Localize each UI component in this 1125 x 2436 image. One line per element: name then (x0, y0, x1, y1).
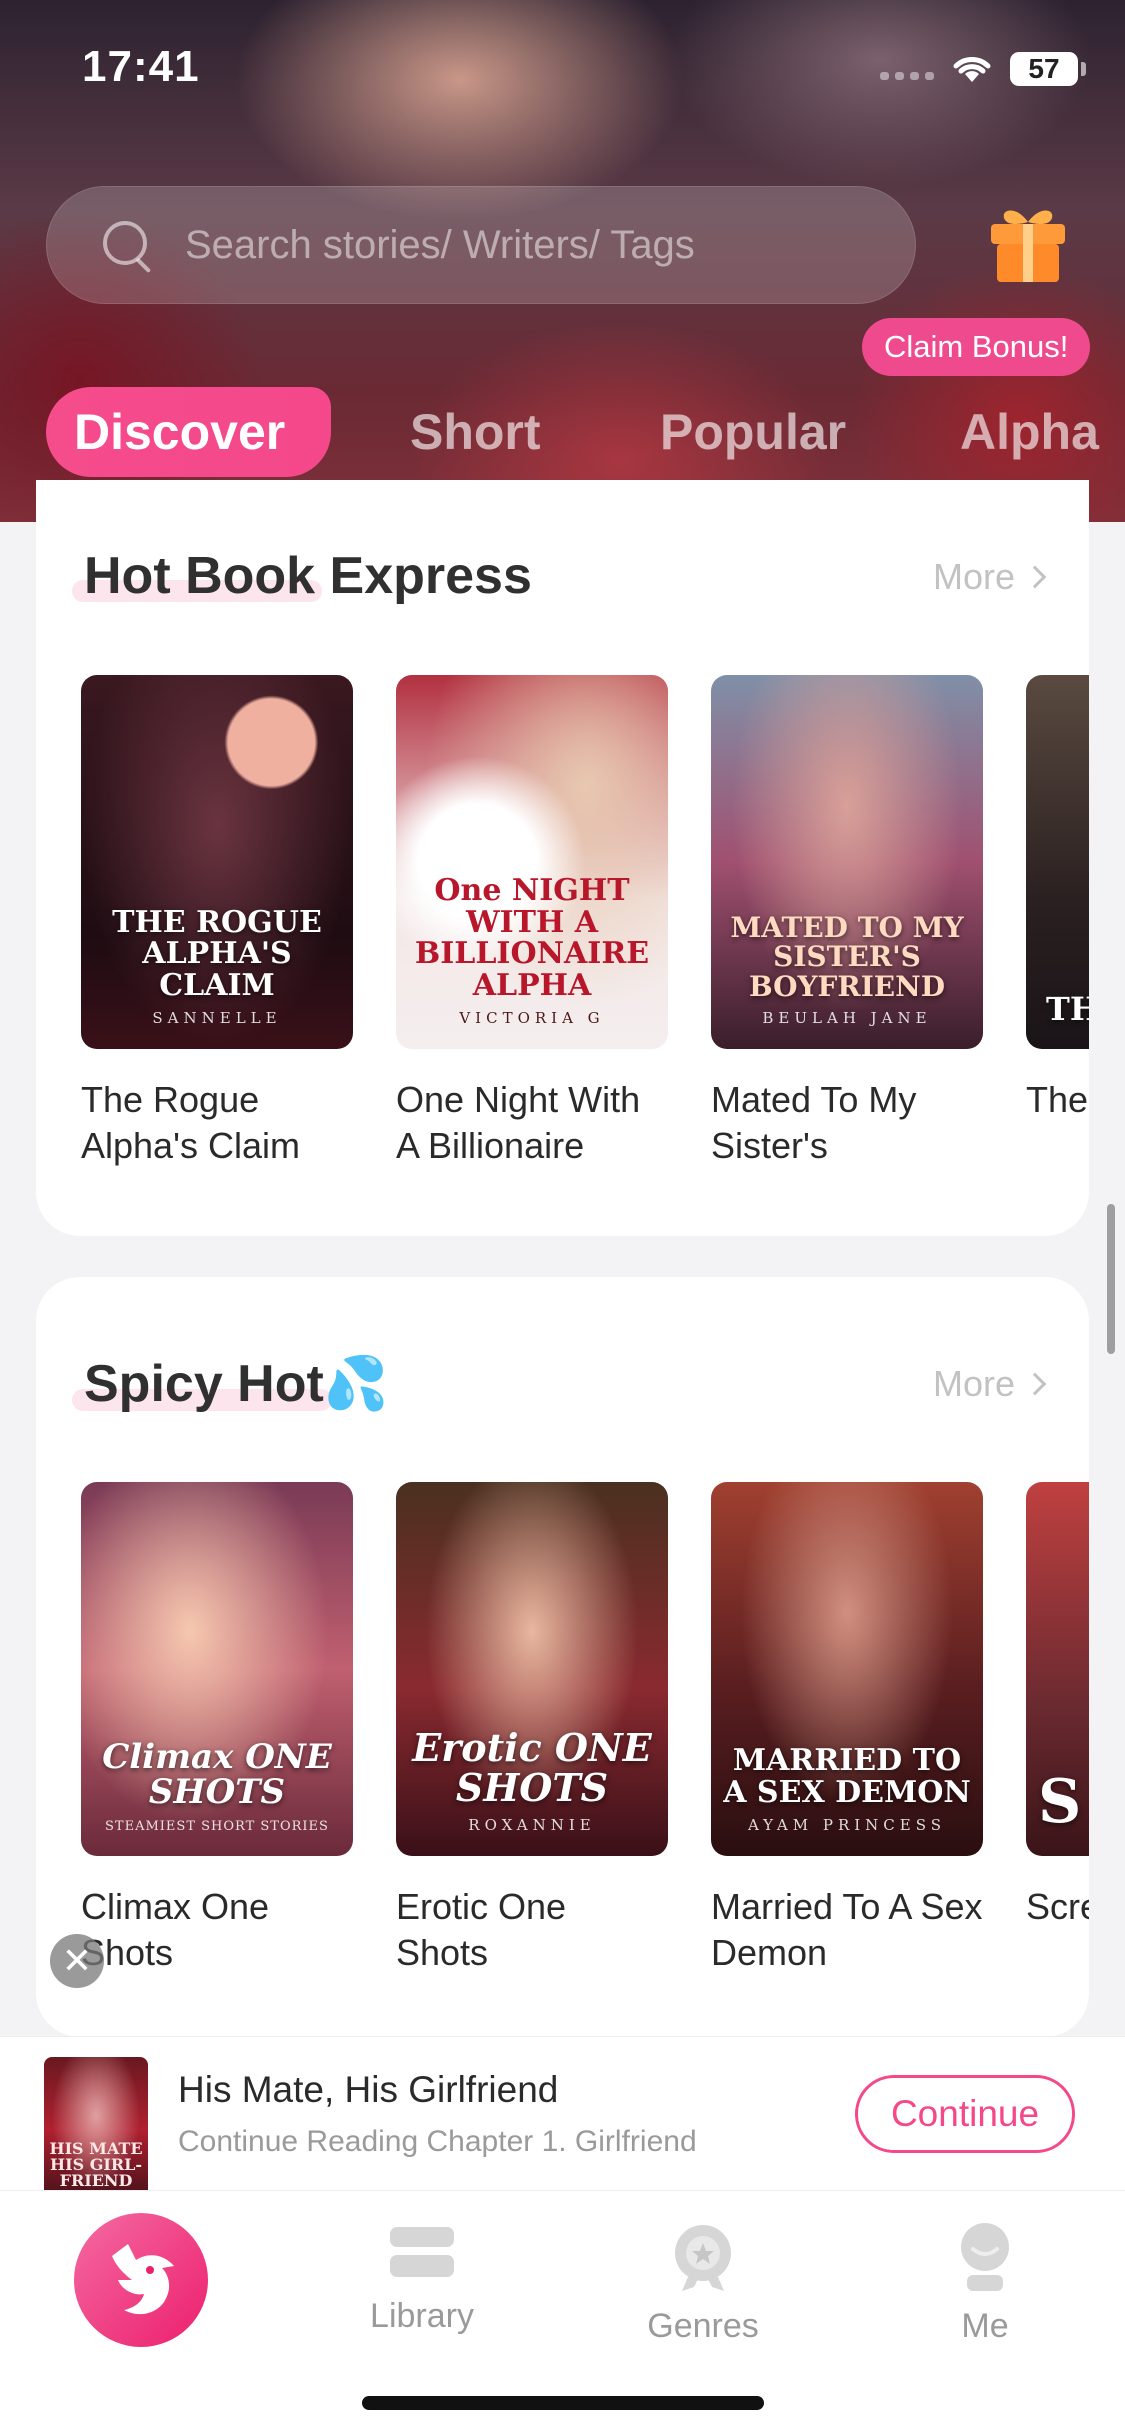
genres-badge-icon (675, 2225, 731, 2291)
cover-author: AYAM PRINCESS (747, 1816, 947, 1834)
spicy-hot-section: Spicy Hot💦 More Climax ONE SHOTS STEAMIE… (36, 1277, 1089, 2037)
book-card[interactable]: TH EX- The Ex-wife (1026, 675, 1089, 1123)
book-card[interactable]: MARRIED TO A SEX DEMON AYAM PRINCESS Mar… (711, 1482, 983, 1976)
cover-title: Erotic ONE SHOTS (412, 1725, 652, 1811)
library-icon (390, 2227, 454, 2277)
status-bar: 17:41 57 (0, 0, 1125, 130)
continue-button[interactable]: Continue (855, 2075, 1075, 2153)
continue-reading-bar[interactable]: HIS MATE HIS GIRL-FRIEND His Mate, His G… (0, 2036, 1125, 2190)
tab-library-label: Library (370, 2297, 474, 2335)
gift-icon[interactable] (985, 200, 1071, 286)
profile-icon (961, 2223, 1009, 2291)
book-title: Erotic One Shots (396, 1886, 567, 1973)
book-cover: TH EX- (1026, 675, 1089, 1049)
continue-reading-title: His Mate, His Girlfriend (178, 2069, 559, 2110)
wolf-logo-icon (112, 2244, 174, 2315)
tab-home[interactable] (74, 2213, 208, 2347)
more-link[interactable]: More (932, 556, 1047, 598)
wifi-icon (953, 57, 991, 82)
tab-genres[interactable]: Genres (603, 2221, 803, 2346)
tab-alpha[interactable]: Alpha (960, 382, 1099, 482)
book-cover: One NIGHT WITH A BILLIONAIRE ALPHA VICTO… (396, 675, 668, 1049)
cover-title: One NIGHT WITH A BILLIONAIRE ALPHA (414, 873, 650, 1003)
tab-discover[interactable]: Discover (46, 387, 332, 477)
book-cover: Climax ONE SHOTS STEAMIEST SHORT STORIES (81, 1482, 353, 1856)
close-icon[interactable]: ✕ (50, 1934, 104, 1988)
search-input[interactable]: Search stories/ Writers/ Tags (46, 186, 916, 304)
header: 17:41 57 Search stories/ Writers/ Tags C… (0, 0, 1125, 522)
cover-author: VICTORIA G (459, 1009, 605, 1027)
book-cover: MARRIED TO A SEX DEMON AYAM PRINCESS (711, 1482, 983, 1856)
book-title: Scre (1026, 1886, 1089, 1927)
book-title: Married To A Sex Demon (711, 1886, 983, 1973)
book-title: One Night With A Billionaire (396, 1079, 641, 1166)
search-icon (99, 217, 155, 273)
book-card[interactable]: One NIGHT WITH A BILLIONAIRE ALPHA VICTO… (396, 675, 668, 1169)
section-title: Hot Book Express (84, 547, 532, 605)
cover-title: MARRIED TO A SEX DEMON (723, 1743, 971, 1810)
hot-book-express-section: Hot Book Express More THE ROGUE ALPHA'S … (36, 480, 1089, 1236)
signal-icon (880, 72, 934, 80)
book-card[interactable]: MATED TO MY SISTER'S BOYFRIEND BEULAH JA… (711, 675, 983, 1169)
cover-author: ROXANNIE (468, 1816, 596, 1834)
section-title: Spicy Hot💦 (84, 1353, 389, 1414)
tab-me[interactable]: Me (885, 2221, 1085, 2346)
sweat-droplets-emoji: 💦 (323, 1355, 389, 1413)
chevron-right-icon (1023, 565, 1047, 589)
search-placeholder: Search stories/ Writers/ Tags (185, 222, 695, 267)
home-indicator (362, 2396, 764, 2410)
cover-author: BEULAH JANE (762, 1009, 932, 1027)
continue-reading-subtitle: Continue Reading Chapter 1. Girlfriend (178, 2125, 697, 2158)
more-link[interactable]: More (932, 1363, 1047, 1405)
book-title: Mated To My Sister's (711, 1079, 917, 1166)
cover-title: S (1038, 1767, 1082, 1837)
section-title-text: Spicy Hot (84, 1355, 324, 1413)
book-cover: THE ROGUE ALPHA'S CLAIM SANNELLE (81, 675, 353, 1049)
tab-genres-label: Genres (647, 2307, 759, 2345)
cover-title: THE ROGUE ALPHA'S CLAIM (112, 904, 322, 1003)
tab-me-label: Me (961, 2307, 1009, 2345)
category-tabs: Discover Short Popular Alpha (0, 382, 1125, 482)
battery-tip (1081, 62, 1086, 76)
book-title: The Rogue Alpha's Claim (81, 1079, 300, 1166)
cover-author: STEAMIEST SHORT STORIES (105, 1819, 329, 1834)
book-card[interactable]: Erotic ONE SHOTS ROXANNIE Erotic One Sho… (396, 1482, 668, 1976)
scrollbar[interactable] (1107, 1204, 1115, 1354)
cover-title: MATED TO MY SISTER'S BOYFRIEND (730, 910, 964, 1003)
book-cover: MATED TO MY SISTER'S BOYFRIEND BEULAH JA… (711, 675, 983, 1049)
cover-author: SANNELLE (152, 1009, 282, 1027)
more-label: More (932, 556, 1015, 597)
book-card[interactable]: Climax ONE SHOTS STEAMIEST SHORT STORIES… (81, 1482, 353, 1976)
tab-popular[interactable]: Popular (660, 382, 846, 482)
battery-icon: 57 (1010, 52, 1078, 86)
book-title: The Ex-wife (1026, 1079, 1089, 1120)
cover-title: TH EX- (1046, 990, 1089, 1029)
claim-bonus-badge[interactable]: Claim Bonus! (862, 318, 1091, 376)
tab-short[interactable]: Short (410, 382, 541, 482)
cover-title: Climax ONE SHOTS (102, 1736, 332, 1813)
book-cover: S (1026, 1482, 1089, 1856)
status-time: 17:41 (82, 42, 200, 91)
book-cover: Erotic ONE SHOTS ROXANNIE (396, 1482, 668, 1856)
chevron-right-icon (1023, 1372, 1047, 1396)
more-label: More (932, 1363, 1015, 1404)
continue-reading-cover: HIS MATE HIS GIRL-FRIEND (44, 2057, 148, 2203)
book-card[interactable]: S Scre (1026, 1482, 1089, 1930)
book-title: Climax One Shots (81, 1886, 270, 1973)
tab-library[interactable]: Library (322, 2221, 522, 2336)
book-card[interactable]: THE ROGUE ALPHA'S CLAIM SANNELLE The Rog… (81, 675, 353, 1169)
continue-cover-title: HIS MATE HIS GIRL-FRIEND (49, 2139, 143, 2190)
